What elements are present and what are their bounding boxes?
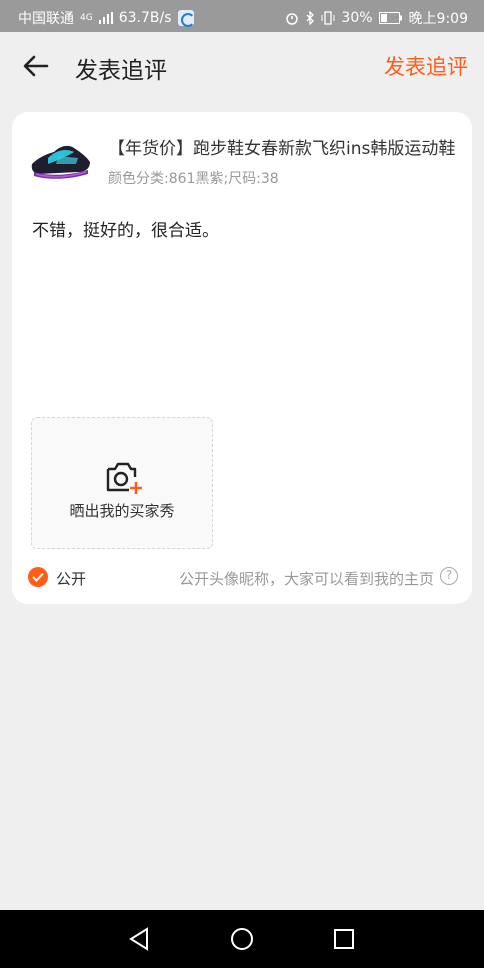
square-recent-icon[interactable] bbox=[331, 926, 357, 952]
question-circle-icon[interactable]: ? bbox=[440, 567, 458, 585]
bluetooth-icon bbox=[306, 11, 315, 25]
carrier-name: 中国联通 bbox=[18, 11, 74, 27]
visibility-row: 公开 公开头像昵称，大家可以看到我的主页 ? bbox=[28, 564, 458, 590]
product-title[interactable]: 【年货价】跑步鞋女春新款飞织ins韩版运动鞋 bbox=[108, 134, 458, 159]
battery-icon bbox=[378, 12, 402, 24]
publish-button[interactable]: 发表追评 bbox=[384, 51, 468, 81]
review-text-input[interactable]: 不错，挺好的，很合适。 bbox=[32, 216, 219, 241]
signal-icon bbox=[98, 12, 113, 24]
network-type: 4G bbox=[80, 13, 93, 23]
app-notification-icon bbox=[177, 10, 195, 27]
system-nav-bar bbox=[0, 910, 484, 968]
network-speed: 63.7B/s bbox=[118, 10, 172, 26]
review-card: 【年货价】跑步鞋女春新款飞织ins韩版运动鞋 颜色分类:861黑紫;尺码:38 … bbox=[12, 112, 472, 604]
check-icon bbox=[32, 572, 44, 582]
alarm-icon bbox=[286, 13, 299, 25]
battery-percent: 30% bbox=[341, 10, 373, 26]
triangle-back-icon[interactable] bbox=[127, 926, 153, 952]
public-note: 公开头像昵称，大家可以看到我的主页 bbox=[178, 570, 434, 588]
page-title: 发表追评 bbox=[75, 58, 167, 84]
arrow-left-icon bbox=[23, 55, 49, 77]
header: 发表追评 发表追评 bbox=[0, 32, 484, 98]
add-photo-button[interactable]: 晒出我的买家秀 bbox=[31, 417, 213, 549]
public-label: 公开 bbox=[56, 570, 87, 588]
status-bar: 中国联通 4G 63.7B/s 30% 晚上9:09 bbox=[0, 0, 484, 32]
add-photo-label: 晒出我的买家秀 bbox=[69, 502, 175, 520]
product-thumbnail bbox=[31, 145, 90, 179]
circle-home-icon[interactable] bbox=[229, 926, 255, 952]
public-checkbox[interactable] bbox=[28, 567, 48, 587]
vibrate-icon bbox=[321, 11, 335, 25]
camera-add-icon bbox=[106, 462, 142, 494]
clock: 晚上9:09 bbox=[408, 11, 468, 27]
product-spec: 颜色分类:861黑紫;尺码:38 bbox=[108, 171, 279, 187]
back-button[interactable] bbox=[18, 48, 54, 84]
